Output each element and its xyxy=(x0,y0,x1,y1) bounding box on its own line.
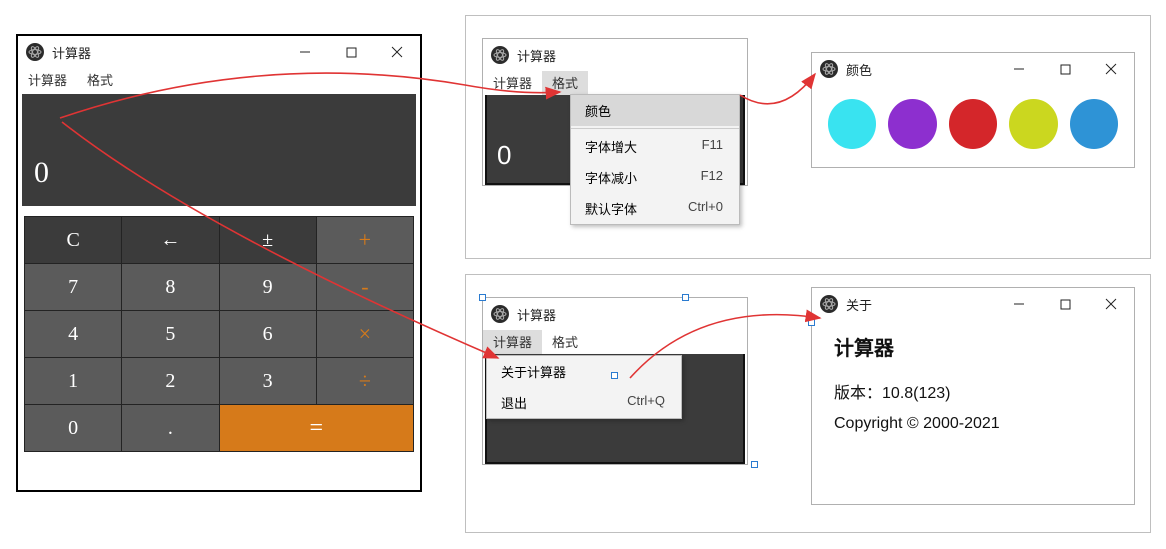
about-content: 计算器 版本：10.8(123) Copyright © 2000-2021 xyxy=(812,320,1134,457)
app-icon xyxy=(26,43,44,61)
color-swatch-5[interactable] xyxy=(1070,99,1118,149)
window-title: 颜色 xyxy=(846,60,996,79)
key-9[interactable]: 9 xyxy=(220,264,316,310)
color-swatch-3[interactable] xyxy=(949,99,997,149)
key-4[interactable]: 4 xyxy=(25,311,121,357)
about-copyright: Copyright © 2000-2021 xyxy=(834,415,1112,433)
app-icon xyxy=(491,305,509,323)
format-dropdown: 颜色 字体增大 F11 字体减小 F12 默认字体 Ctrl+0 xyxy=(570,94,740,225)
menuitem-about[interactable]: 关于计算器 xyxy=(487,356,681,387)
about-heading: 计算器 xyxy=(834,332,1112,361)
window-title: 计算器 xyxy=(52,43,282,62)
menu-calculator[interactable]: 计算器 xyxy=(18,68,77,92)
menu-format[interactable]: 格式 xyxy=(542,330,588,354)
key-plus[interactable]: + xyxy=(317,217,413,263)
key-5[interactable]: 5 xyxy=(122,311,218,357)
menuitem-font-bigger[interactable]: 字体增大 F11 xyxy=(571,131,739,162)
key-7[interactable]: 7 xyxy=(25,264,121,310)
maximize-button[interactable] xyxy=(328,36,374,68)
key-equals[interactable]: = xyxy=(220,405,414,451)
titlebar: 计算器 xyxy=(18,36,420,68)
calculator-dropdown: 关于计算器 退出 Ctrl+Q xyxy=(486,355,682,419)
maximize-button[interactable] xyxy=(1042,53,1088,85)
panel-calc-about: 计算器 计算器 格式 关于计算器 退出 Ctrl+Q 关于 xyxy=(465,274,1151,533)
app-icon xyxy=(820,295,838,313)
minimize-button[interactable] xyxy=(996,288,1042,320)
key-6[interactable]: 6 xyxy=(220,311,316,357)
minimize-button[interactable] xyxy=(282,36,328,68)
menu-calculator[interactable]: 计算器 xyxy=(483,71,542,95)
titlebar: 颜色 xyxy=(812,53,1134,85)
window-title: 计算器 xyxy=(517,46,747,65)
key-backspace[interactable]: ← xyxy=(122,217,218,263)
menuitem-font-default[interactable]: 默认字体 Ctrl+0 xyxy=(571,193,739,224)
about-version: 版本：10.8(123) xyxy=(834,379,1112,403)
titlebar: 计算器 xyxy=(483,298,747,330)
selection-handle-icon xyxy=(479,294,486,301)
panel-format-color: 计算器 计算器 格式 0 颜色 字体增大 F11 字体减小 F12 默认字体 C… xyxy=(465,15,1151,259)
color-swatch-1[interactable] xyxy=(828,99,876,149)
color-window: 颜色 xyxy=(811,52,1135,168)
key-8[interactable]: 8 xyxy=(122,264,218,310)
menu-calculator[interactable]: 计算器 xyxy=(483,330,542,354)
window-title: 计算器 xyxy=(517,305,747,324)
menu-separator xyxy=(571,128,739,129)
selection-handle-icon xyxy=(808,319,815,326)
key-divide[interactable]: ÷ xyxy=(317,358,413,404)
key-times[interactable]: × xyxy=(317,311,413,357)
key-3[interactable]: 3 xyxy=(220,358,316,404)
titlebar: 关于 xyxy=(812,288,1134,320)
menuitem-quit[interactable]: 退出 Ctrl+Q xyxy=(487,387,681,418)
key-0[interactable]: 0 xyxy=(25,405,121,451)
about-window: 关于 计算器 版本：10.8(123) Copyright © 2000-202… xyxy=(811,287,1135,505)
keypad: C ← ± + 7 8 9 - 4 5 6 × 1 2 3 ÷ 0 . = xyxy=(24,216,414,452)
key-plusminus[interactable]: ± xyxy=(220,217,316,263)
close-button[interactable] xyxy=(1088,53,1134,85)
menu-format[interactable]: 格式 xyxy=(77,68,123,92)
key-1[interactable]: 1 xyxy=(25,358,121,404)
menu-format[interactable]: 格式 xyxy=(542,71,588,95)
app-icon xyxy=(820,60,838,78)
menubar: 计算器 格式 xyxy=(18,68,420,92)
calculator-main-window: 计算器 计算器 格式 0 C ← ± + 7 8 9 - 4 5 6 × 1 2… xyxy=(16,34,422,492)
selection-handle-icon xyxy=(682,294,689,301)
close-button[interactable] xyxy=(1088,288,1134,320)
menubar: 计算器 格式 xyxy=(483,71,747,95)
key-dot[interactable]: . xyxy=(122,405,218,451)
minimize-button[interactable] xyxy=(996,53,1042,85)
maximize-button[interactable] xyxy=(1042,288,1088,320)
close-button[interactable] xyxy=(374,36,420,68)
color-swatch-2[interactable] xyxy=(888,99,936,149)
menuitem-color[interactable]: 颜色 xyxy=(571,95,739,126)
menubar: 计算器 格式 xyxy=(483,330,747,354)
calculator-display: 0 xyxy=(22,94,416,206)
key-minus[interactable]: - xyxy=(317,264,413,310)
key-2[interactable]: 2 xyxy=(122,358,218,404)
color-swatches xyxy=(812,85,1134,167)
app-icon xyxy=(491,46,509,64)
menuitem-font-smaller[interactable]: 字体减小 F12 xyxy=(571,162,739,193)
titlebar: 计算器 xyxy=(483,39,747,71)
selection-handle-icon xyxy=(611,372,618,379)
key-clear[interactable]: C xyxy=(25,217,121,263)
window-title: 关于 xyxy=(846,295,996,314)
selection-handle-icon xyxy=(751,461,758,468)
color-swatch-4[interactable] xyxy=(1009,99,1057,149)
